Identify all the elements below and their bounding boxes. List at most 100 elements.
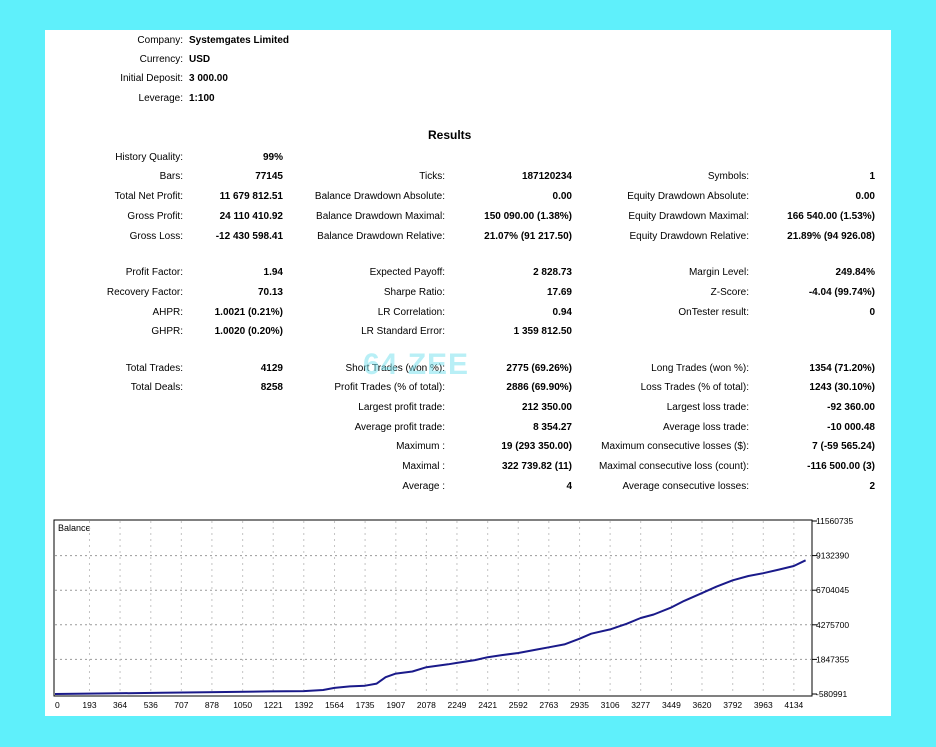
col3-label-13: Average consecutive losses:	[622, 481, 749, 492]
x-tick-label: 2078	[417, 700, 436, 710]
x-tick-label: 2249	[447, 700, 466, 710]
col1-value-5: 1.94	[263, 267, 283, 278]
x-tick-label: 3963	[754, 700, 773, 710]
y-tick-label: -580991	[816, 689, 847, 699]
x-tick-label: 878	[205, 700, 219, 710]
col1-value-7: 1.0021 (0.21%)	[214, 307, 283, 318]
balance-chart: Balance 0 193 364 536 707 878 1050 1221 1392 1564…	[53, 516, 853, 710]
col2-label-7: LR Standard Error:	[361, 326, 445, 337]
x-tick-label: 1050	[233, 700, 252, 710]
col3-value-5: -4.04 (99.74%)	[808, 287, 875, 298]
x-tick-label: 0	[55, 700, 60, 710]
col2-value-0: 187120234	[521, 171, 572, 182]
y-tick-label: 4275700	[816, 620, 849, 630]
col2-value-3: 21.07% (91 217.50)	[484, 231, 572, 242]
col3-value-9: -92 360.00	[827, 402, 875, 413]
col1-value-3: 24 110 410.92	[219, 211, 283, 222]
col1-value-10: 8258	[260, 382, 283, 393]
x-tick-label: 1392	[294, 700, 313, 710]
col1-label-4: Gross Loss:	[129, 231, 183, 242]
company-value: Systemgates Limited	[189, 35, 290, 46]
col3-value-7: 1354 (71.20%)	[809, 363, 875, 374]
col3-label-8: Loss Trades (% of total):	[640, 382, 749, 393]
col2-value-13: 322 739.82 (11)	[501, 461, 572, 472]
col2-label-2: Balance Drawdown Maximal:	[316, 211, 445, 222]
col2-value-8: 2775 (69.26%)	[506, 363, 572, 374]
chart-title: Balance	[58, 523, 91, 533]
x-tick-label: 707	[174, 700, 188, 710]
col1-value-9: 4129	[260, 363, 283, 374]
results-title: Results	[428, 128, 472, 142]
company-label: Company:	[137, 35, 183, 46]
col2-value-7: 1 359 812.50	[513, 326, 572, 337]
leverage-value: 1:100	[189, 93, 215, 104]
col1-value-0: 99%	[262, 152, 283, 163]
col3-value-4: 249.84%	[835, 267, 875, 278]
col1-value-2: 11 679 812.51	[219, 191, 283, 202]
x-tick-label: 1907	[386, 700, 405, 710]
x-tick-label: 2763	[539, 700, 558, 710]
col1-value-4: -12 430 598.41	[215, 231, 283, 242]
x-tick-label: 1735	[356, 700, 375, 710]
currency-label: Currency:	[139, 54, 183, 65]
leverage-label: Leverage:	[138, 93, 183, 104]
watermark-logo: 64 ZEE	[363, 348, 470, 381]
x-tick-label: 3620	[693, 700, 712, 710]
col3-value-8: 1243 (30.10%)	[809, 382, 875, 393]
col1-label-0: History Quality:	[115, 152, 183, 163]
col3-label-7: Long Trades (won %):	[651, 363, 749, 374]
col3-label-3: Equity Drawdown Relative:	[629, 231, 750, 242]
col3-label-4: Margin Level:	[688, 267, 749, 278]
deposit-value: 3 000.00	[189, 73, 228, 84]
col3-value-3: 21.89% (94 926.08)	[787, 231, 875, 242]
col3-label-6: OnTester result:	[678, 307, 749, 318]
col1-label-7: AHPR:	[152, 307, 183, 318]
col3-value-11: 7 (-59 565.24)	[812, 441, 875, 452]
x-tick-label: 193	[82, 700, 96, 710]
col3-value-1: 0.00	[855, 191, 875, 202]
col1-value-8: 1.0020 (0.20%)	[214, 326, 283, 337]
col3-label-11: Maximum consecutive losses ($):	[601, 441, 749, 452]
col2-label-0: Ticks:	[419, 171, 445, 182]
x-tick-label: 3277	[631, 700, 650, 710]
col2-label-13: Maximal :	[402, 461, 445, 472]
x-tick-label: 4134	[784, 700, 803, 710]
col2-value-2: 150 090.00 (1.38%)	[484, 211, 572, 222]
col3-value-2: 166 540.00 (1.53%)	[787, 211, 875, 222]
col3-label-2: Equity Drawdown Maximal:	[628, 211, 749, 222]
y-tick-label: 11560735	[816, 516, 853, 526]
col1-label-9: Total Trades:	[125, 363, 183, 374]
col3-value-6: 0	[869, 307, 875, 318]
col2-value-6: 0.94	[552, 307, 572, 318]
col2-value-4: 2 828.73	[533, 267, 572, 278]
y-tick-label: 1847355	[816, 654, 849, 664]
x-tick-label: 1221	[264, 700, 283, 710]
col2-label-11: Average profit trade:	[354, 422, 445, 433]
col2-label-14: Average :	[402, 481, 445, 492]
x-tick-label: 364	[113, 700, 127, 710]
col3-label-1: Equity Drawdown Absolute:	[627, 191, 749, 202]
x-tick-label: 536	[144, 700, 158, 710]
col1-label-8: GHPR:	[151, 326, 183, 337]
col1-label-3: Gross Profit:	[127, 211, 183, 222]
col3-value-12: -116 500.00 (3)	[807, 461, 875, 472]
col1-label-5: Profit Factor:	[125, 267, 183, 278]
x-tick-label: 2935	[570, 700, 589, 710]
col2-value-11: 8 354.27	[533, 422, 572, 433]
x-tick-label: 1564	[325, 700, 344, 710]
col2-value-14: 4	[566, 481, 572, 492]
col2-value-10: 212 350.00	[521, 402, 572, 413]
chart-plot-area	[53, 519, 813, 697]
x-tick-label: 3792	[723, 700, 742, 710]
x-tick-label: 3106	[601, 700, 620, 710]
col2-value-5: 17.69	[546, 287, 572, 298]
col3-label-10: Average loss trade:	[663, 422, 749, 433]
col2-value-12: 19 (293 350.00)	[501, 441, 572, 452]
col3-label-9: Largest loss trade:	[666, 402, 749, 413]
col2-label-1: Balance Drawdown Absolute:	[314, 191, 445, 202]
col1-value-1: 77145	[255, 171, 283, 182]
col2-label-5: Sharpe Ratio:	[383, 287, 445, 298]
col1-label-2: Total Net Profit:	[114, 191, 183, 202]
col2-label-9: Profit Trades (% of total):	[334, 382, 445, 393]
col2-label-4: Expected Payoff:	[369, 267, 445, 278]
